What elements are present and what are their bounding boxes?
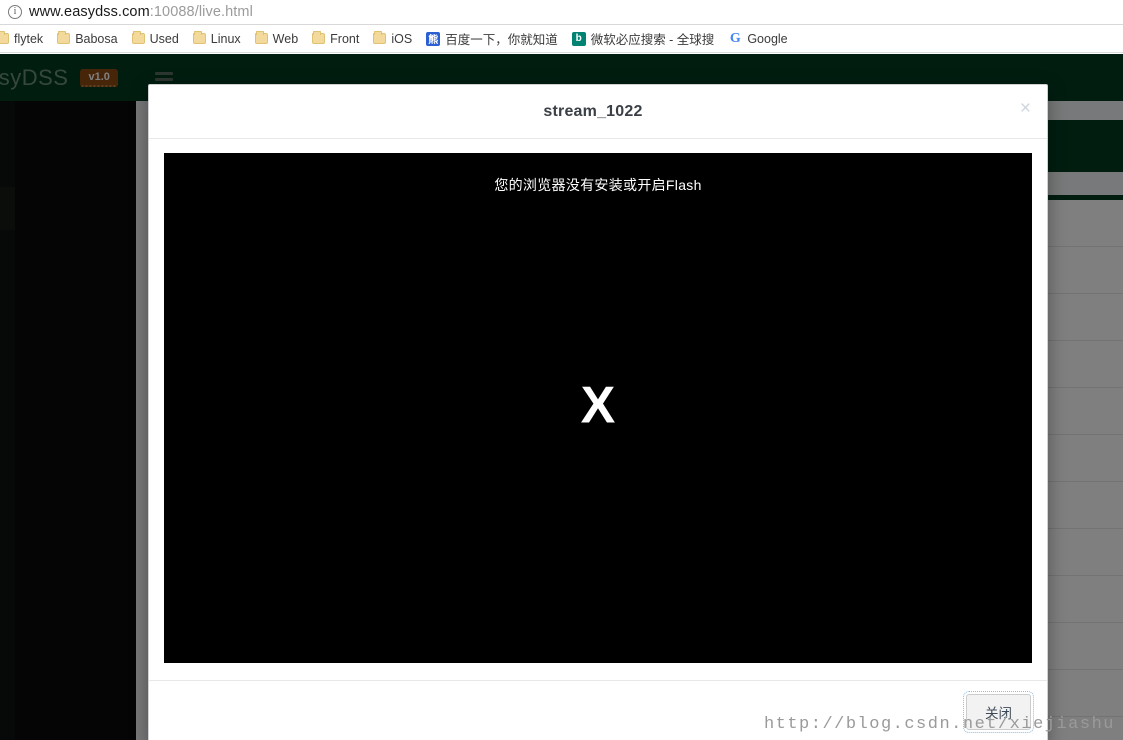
bookmark-label: 微软必应搜索 - 全球搜 xyxy=(590,33,715,47)
bookmark-flytek[interactable]: flytek xyxy=(0,31,44,46)
broken-plugin-icon: X xyxy=(580,376,616,435)
baidu-icon: 熊 xyxy=(426,31,441,46)
url-path: :10088/live.html xyxy=(149,4,253,20)
url-host: www.easydss.com xyxy=(29,4,150,20)
folder-icon xyxy=(57,31,71,44)
folder-icon xyxy=(0,31,9,44)
bookmark-label: flytek xyxy=(14,31,44,46)
bookmark-front[interactable]: Front xyxy=(312,31,360,46)
google-icon: G xyxy=(729,30,741,46)
bookmark-label: Used xyxy=(149,31,179,46)
info-circle-icon[interactable]: i xyxy=(8,5,22,19)
web-app: asyDSS v1.0 播 存 播 行 器 置 几 回 xyxy=(0,54,1123,740)
bookmark-label: iOS xyxy=(391,31,413,46)
bookmarks-bar: flytek Babosa Used Linux Web Front iOS 熊 xyxy=(0,25,1123,53)
stream-preview-modal: stream_1022 × 您的浏览器没有安装或开启Flash X 关闭 xyxy=(148,84,1048,740)
bing-icon: b xyxy=(571,31,586,46)
bookmark-web[interactable]: Web xyxy=(254,31,299,46)
bookmark-bing[interactable]: b 微软必应搜索 - 全球搜 xyxy=(571,29,715,48)
bookmark-label: Linux xyxy=(210,31,241,46)
browser-chrome: i www.easydss.com:10088/live.html flytek… xyxy=(0,0,1123,54)
bookmark-label: Babosa xyxy=(75,31,118,46)
bookmark-ios[interactable]: iOS xyxy=(373,31,413,46)
bookmark-label: Web xyxy=(272,31,299,46)
modal-body: 您的浏览器没有安装或开启Flash X xyxy=(149,139,1047,680)
address-bar[interactable]: i www.easydss.com:10088/live.html xyxy=(0,0,1123,25)
flash-warning-message: 您的浏览器没有安装或开启Flash xyxy=(494,177,702,193)
folder-icon xyxy=(192,31,206,44)
bookmark-google[interactable]: G Google xyxy=(728,30,788,46)
folder-icon xyxy=(373,31,387,44)
watermark: http://blog.csdn.net/xiejiashu xyxy=(763,715,1115,734)
folder-icon xyxy=(131,31,145,44)
modal-overlay[interactable]: stream_1022 × 您的浏览器没有安装或开启Flash X 关闭 htt… xyxy=(0,54,1123,740)
modal-title: stream_1022 xyxy=(543,102,643,120)
video-player[interactable]: 您的浏览器没有安装或开启Flash X xyxy=(164,153,1032,663)
bookmark-label: 百度一下，你就知道 xyxy=(445,33,558,47)
folder-icon xyxy=(254,31,268,44)
bookmark-baidu[interactable]: 熊 百度一下，你就知道 xyxy=(426,29,558,48)
bookmark-linux[interactable]: Linux xyxy=(192,31,241,46)
close-icon[interactable]: × xyxy=(1020,99,1031,118)
bookmark-label: Google xyxy=(747,31,788,46)
bookmark-babosa[interactable]: Babosa xyxy=(57,31,118,46)
bookmark-used[interactable]: Used xyxy=(131,31,179,46)
folder-icon xyxy=(312,31,326,44)
modal-header: stream_1022 × xyxy=(149,85,1047,139)
bookmark-label: Front xyxy=(330,31,360,46)
